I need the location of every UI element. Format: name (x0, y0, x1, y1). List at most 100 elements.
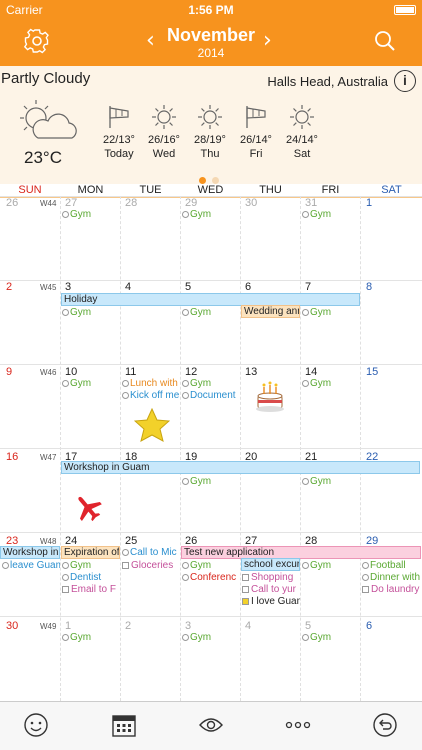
checkbox-icon[interactable] (242, 586, 249, 593)
event-email[interactable]: Email to F (62, 584, 119, 595)
day-number[interactable]: 10 (65, 366, 77, 378)
week-row[interactable] (0, 364, 422, 448)
event-gym[interactable]: Gym (62, 209, 119, 220)
event-gym[interactable]: Gym (62, 307, 119, 318)
day-number[interactable]: 15 (366, 366, 378, 378)
smiley-icon[interactable] (23, 712, 49, 738)
forecast-day: Today (104, 148, 134, 160)
day-number[interactable]: 30 (245, 197, 257, 209)
event-gym[interactable]: Gym (302, 307, 359, 318)
day-number[interactable]: 2 (125, 620, 131, 632)
day-number[interactable]: 26 (6, 197, 18, 209)
checkbox-icon[interactable] (362, 586, 369, 593)
event-gym[interactable]: Gym (302, 632, 359, 643)
event-kickoff[interactable]: Kick off me (122, 390, 180, 401)
checkbox-icon[interactable] (122, 562, 129, 569)
event-gym[interactable]: Gym (62, 632, 119, 643)
event-gym[interactable]: Gym (302, 378, 359, 389)
event-dinner[interactable]: Dinner with (362, 572, 422, 583)
event-callto[interactable]: Call to yur (242, 584, 300, 595)
airplane-sticker-icon[interactable] (72, 492, 104, 524)
day-number[interactable]: 7 (305, 281, 311, 293)
event-wedding[interactable]: Wedding anniversary (241, 305, 300, 318)
event-gym[interactable]: Gym (62, 378, 119, 389)
day-number[interactable]: 9 (6, 366, 12, 378)
checkbox-icon[interactable] (62, 586, 69, 593)
day-number[interactable]: 1 (65, 620, 71, 632)
forecast-temp: 24/14° (286, 134, 318, 146)
day-number[interactable]: 4 (125, 281, 131, 293)
event-expiration[interactable]: Expiration of (61, 546, 120, 559)
day-number[interactable]: 5 (185, 281, 191, 293)
more-icon[interactable] (285, 712, 311, 738)
search-icon[interactable] (372, 28, 398, 54)
clock-icon (302, 478, 309, 485)
event-holiday[interactable]: Holiday (61, 293, 360, 306)
event-gym[interactable]: Gym (182, 560, 239, 571)
event-workshop-continued[interactable]: Workshop in (0, 546, 60, 559)
day-number[interactable]: 27 (65, 197, 77, 209)
event-gloceries[interactable]: Gloceries (122, 560, 180, 571)
event-label: Gym (190, 307, 212, 318)
day-number[interactable]: 5 (305, 620, 311, 632)
day-number[interactable]: 29 (185, 197, 197, 209)
day-number[interactable]: 4 (245, 620, 251, 632)
next-month-chevron-icon[interactable]: › (263, 28, 272, 53)
event-gym[interactable]: Gym (182, 476, 239, 487)
eye-icon[interactable] (198, 712, 224, 738)
day-number[interactable]: 12 (185, 366, 197, 378)
event-label: Email to F (71, 584, 117, 595)
event-football[interactable]: Football (362, 560, 422, 571)
day-number[interactable]: 6 (245, 281, 251, 293)
day-number[interactable]: 3 (65, 281, 71, 293)
event-shopping[interactable]: Shopping (242, 572, 300, 583)
day-number[interactable]: 8 (366, 281, 372, 293)
event-label: Gym (310, 560, 332, 571)
clock-icon (302, 309, 309, 316)
event-gym[interactable]: Gym (182, 378, 239, 389)
day-number[interactable]: 31 (305, 197, 317, 209)
day-number[interactable]: 6 (366, 620, 372, 632)
day-number[interactable]: 1 (366, 197, 372, 209)
event-iloveguam[interactable]: I love Guam (242, 596, 300, 607)
event-gym[interactable]: Gym (62, 560, 119, 571)
day-number[interactable]: 30 (6, 620, 18, 632)
star-sticker-icon[interactable] (134, 408, 170, 442)
day-number[interactable]: 25 (125, 535, 137, 547)
info-icon[interactable]: i (394, 70, 416, 92)
day-number[interactable]: 14 (305, 366, 317, 378)
event-lunch[interactable]: Lunch with (122, 378, 180, 389)
clock-icon (182, 574, 189, 581)
event-callmic[interactable]: Call to Mic (122, 547, 180, 558)
event-gym[interactable]: Gym (182, 632, 239, 643)
event-dentist[interactable]: Dentist (62, 572, 119, 583)
undo-icon[interactable] (372, 712, 398, 738)
event-document[interactable]: Document (182, 390, 240, 401)
event-gym[interactable]: Gym (302, 560, 359, 571)
event-conference[interactable]: Conferenc (182, 572, 240, 583)
day-number[interactable]: 11 (125, 366, 136, 378)
event-laundry[interactable]: Do laundry (362, 584, 422, 595)
event-gym[interactable]: Gym (302, 476, 359, 487)
event-workshop[interactable]: Workshop in Guam (61, 461, 420, 474)
event-gym[interactable]: Gym (302, 209, 359, 220)
day-number[interactable]: 13 (245, 366, 257, 378)
event-test-app[interactable]: Test new application (181, 546, 421, 559)
month-title[interactable]: November (0, 25, 422, 46)
note-icon (242, 598, 249, 605)
event-leave[interactable]: leave Guam (2, 560, 60, 571)
cake-sticker-icon[interactable] (254, 378, 286, 414)
forecast-day: Fri (249, 148, 263, 160)
day-number[interactable]: 16 (6, 451, 18, 463)
calendar-icon[interactable] (111, 712, 137, 738)
event-label: Gym (310, 209, 332, 220)
week-row[interactable] (0, 616, 422, 701)
day-number[interactable]: 2 (6, 281, 12, 293)
event-gym[interactable]: Gym (182, 209, 239, 220)
day-number[interactable]: 3 (185, 620, 191, 632)
event-school[interactable]: school excursion (241, 558, 300, 571)
weather-panel[interactable]: Partly Cloudy Halls Head, Australia i 23… (0, 66, 422, 184)
day-number[interactable]: 28 (125, 197, 137, 209)
event-gym[interactable]: Gym (182, 307, 239, 318)
checkbox-icon[interactable] (242, 574, 249, 581)
